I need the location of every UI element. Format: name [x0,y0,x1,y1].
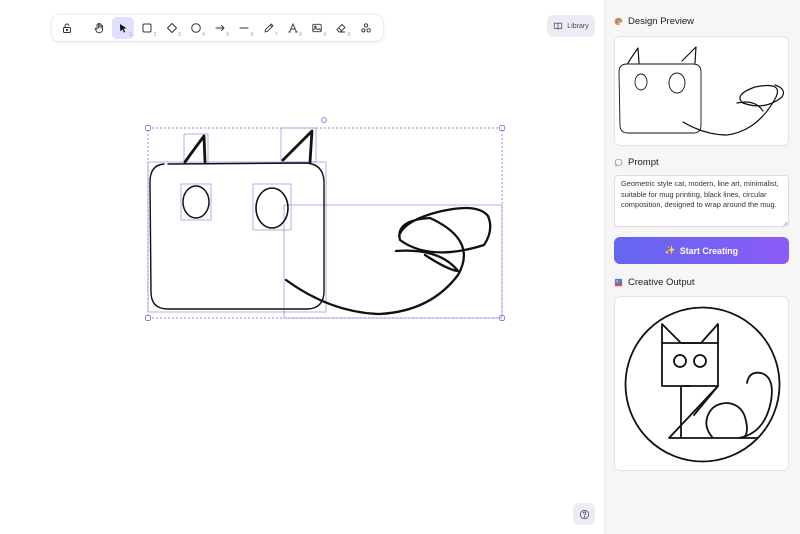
rectangle-icon [142,23,152,33]
sketch-left-eye [182,185,210,219]
creative-output-header: Creative Output [614,277,695,288]
bbox-left-eye [180,183,212,221]
tool-number: 0 [347,32,351,38]
hand-icon [94,22,103,34]
preview-sketch-tail [682,84,785,136]
tool-selection[interactable]: 1 [112,17,135,39]
creative-output-image [624,306,781,463]
bbox-right-eye [252,183,292,231]
help-button[interactable] [573,503,595,525]
palette-icon [614,17,623,26]
arrow-icon [215,25,225,31]
preview-sketch-left-ear [627,47,640,64]
tool-number: 3 [177,32,181,38]
pointer-icon [120,24,127,33]
eraser-icon [336,23,346,33]
sketch-right-eye [255,187,289,229]
output-cat-head [661,342,719,387]
tool-number: 9 [323,32,327,38]
rotation-handle [321,117,327,123]
pencil-icon [264,23,274,33]
tool-number: 5 [226,32,230,38]
library-label: Library [567,22,589,30]
tool-number: 8 [299,32,302,38]
tool-number: 7 [274,32,278,38]
speech-bubble-icon [614,159,623,167]
preview-sketch-right-eye [668,72,686,94]
output-cat-chest [668,385,759,439]
sketch-tail [284,206,492,316]
selection-frame [147,127,503,319]
tool-eraser[interactable]: 0 [330,17,352,39]
bbox-tail [283,204,503,319]
output-cat-ears [661,323,719,345]
output-cat-left-eye [673,354,687,368]
design-preview-header: Design Preview [614,16,694,27]
resize-handle-tr [499,125,505,131]
output-cat-haunch [705,402,748,439]
creative-output-box [614,296,789,471]
line-icon [239,27,249,29]
tool-draw[interactable]: 7 [258,17,280,39]
shapes-icon [361,23,371,33]
prompt-textarea[interactable]: Geometric style cat, modern, line art, m… [614,175,789,227]
creative-output-title: Creative Output [628,277,695,288]
preview-sketch-right-ear [681,46,697,64]
sketch-right-ear [281,129,314,164]
resize-handle-bl [145,315,151,321]
tool-lock[interactable] [56,17,78,39]
drawing-canvas[interactable]: 1 2 3 4 5 6 7 8 9 0 Library [0,0,604,534]
tool-text[interactable]: 8 [282,17,304,39]
toolbar: 1 2 3 4 5 6 7 8 9 0 [52,15,383,41]
sketch-left-ear [183,134,207,164]
side-panel: Design Preview Prompt Geometric style ca… [604,0,800,534]
circle-icon [191,23,201,33]
tool-more[interactable] [355,17,377,39]
start-creating-label: Start Creating [679,245,739,256]
tool-line[interactable]: 6 [233,17,255,39]
prompt-title: Prompt [628,157,659,168]
image-icon [312,23,322,33]
start-creating-button[interactable]: ✨ Start Creating [614,237,789,264]
library-button[interactable]: Library [547,15,595,37]
tool-diamond[interactable]: 3 [161,17,183,39]
design-preview-title: Design Preview [628,16,694,27]
output-cat-right-eye [693,354,707,368]
question-circle-icon [579,509,589,519]
design-preview-box [614,36,789,146]
output-cat-back [693,385,719,416]
tool-number: 1 [129,32,133,38]
text-icon [288,22,298,33]
design-preview-image [618,46,785,136]
tool-number: 2 [153,32,157,38]
tool-image[interactable]: 9 [306,17,328,39]
tool-hand[interactable] [88,17,110,39]
resize-grip-icon[interactable] [783,221,788,226]
lock-icon [62,23,71,33]
tool-number: 4 [202,32,205,38]
tool-rectangle[interactable]: 2 [136,17,158,39]
tool-number: 6 [250,32,254,38]
preview-sketch-left-eye [634,73,648,91]
output-cat-neck [680,385,691,439]
book-icon [554,22,563,30]
prompt-header: Prompt [614,157,659,168]
tool-ellipse[interactable]: 4 [185,17,207,39]
canvas-sketch[interactable] [0,0,604,534]
tool-arrow[interactable]: 5 [209,17,231,39]
sparkles-icon: ✨ [664,245,676,255]
preview-sketch-body [618,63,702,134]
artwork-icon [614,278,623,287]
resize-handle-tl [145,125,151,131]
diamond-icon [166,23,177,33]
